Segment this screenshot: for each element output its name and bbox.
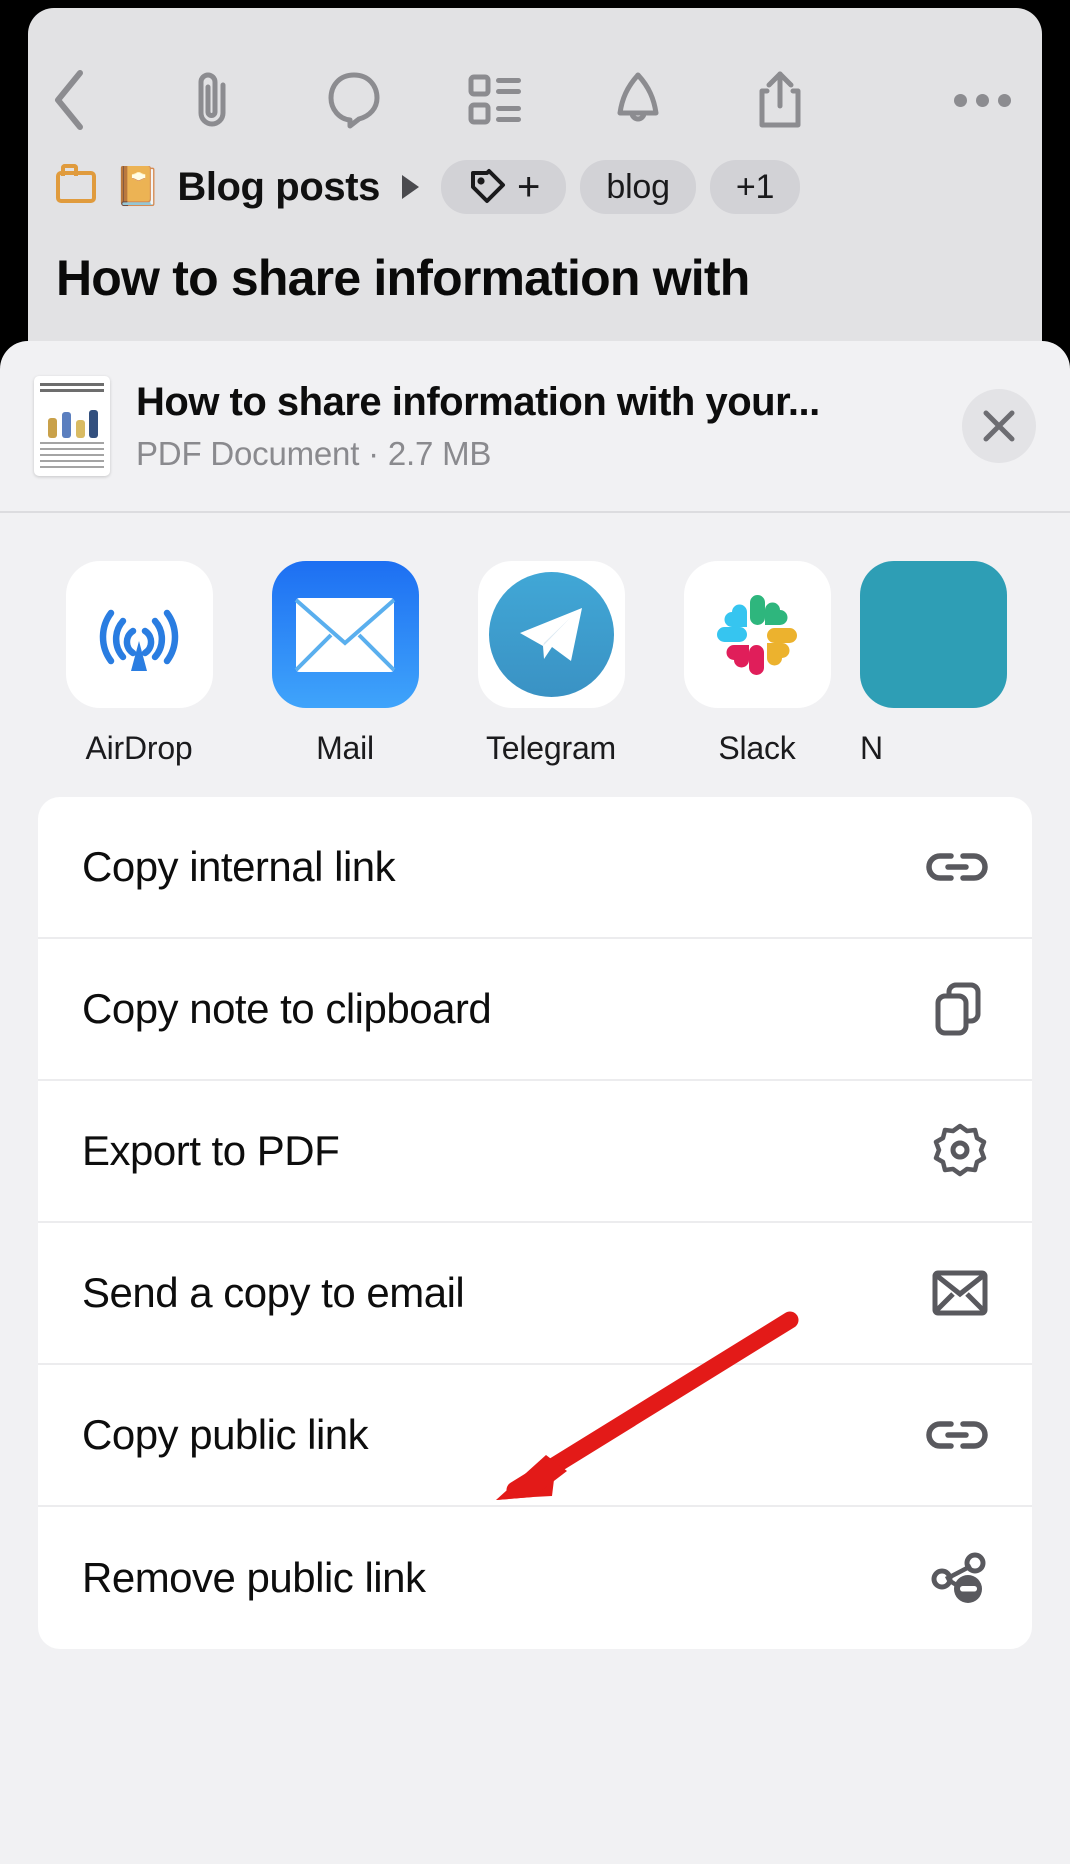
- share-app-partial[interactable]: N: [860, 561, 1010, 767]
- share-app-telegram-label: Telegram: [485, 730, 616, 766]
- airdrop-icon: [65, 561, 213, 708]
- thumbnail-header-lines: [40, 383, 104, 394]
- paperclip-icon[interactable]: [170, 60, 254, 140]
- action-label: Copy note to clipboard: [82, 985, 492, 1032]
- task-list-icon[interactable]: [454, 60, 538, 140]
- action-copy-public-link[interactable]: Copy public link: [38, 1365, 1032, 1507]
- tag-chip-blog[interactable]: blog: [580, 160, 696, 214]
- action-label: Export to PDF: [82, 1127, 340, 1174]
- link-icon: [918, 846, 988, 888]
- tag-chip-overflow-label: +1: [735, 167, 775, 206]
- file-title: How to share information with your...: [136, 379, 820, 424]
- screen-root: 📔 Blog posts + blog +1 How to share info…: [0, 0, 1070, 1864]
- action-label: Remove public link: [82, 1554, 426, 1601]
- action-label: Copy internal link: [82, 843, 396, 890]
- tag-chip-overflow[interactable]: +1: [709, 160, 801, 214]
- back-chevron-icon[interactable]: [28, 60, 112, 140]
- shared-file-row: How to share information with your... PD…: [0, 341, 1070, 511]
- telegram-icon: [477, 561, 625, 708]
- share-app-slack[interactable]: Slack: [654, 561, 860, 767]
- thumbnail-body-lines: [40, 442, 104, 471]
- action-label: Copy public link: [82, 1411, 369, 1458]
- chevron-right-icon: [402, 175, 419, 199]
- action-remove-public-link[interactable]: Remove public link: [38, 1507, 1032, 1649]
- share-app-slack-label: Slack: [718, 730, 796, 766]
- folder-icon[interactable]: [56, 164, 100, 207]
- thumbnail-illustration: [42, 402, 102, 438]
- share-app-airdrop[interactable]: AirDrop: [36, 561, 242, 767]
- tag-chip-blog-label: blog: [606, 167, 670, 206]
- mail-icon: [271, 561, 419, 708]
- gear-icon: [918, 1123, 988, 1179]
- breadcrumb-name[interactable]: Blog posts: [177, 165, 380, 210]
- comment-bubble-icon[interactable]: [312, 60, 396, 140]
- copy-icon: [918, 981, 988, 1037]
- action-copy-note-to-clipboard[interactable]: Copy note to clipboard: [38, 939, 1032, 1081]
- tag-icon: [471, 169, 505, 203]
- action-export-to-pdf[interactable]: Export to PDF: [38, 1081, 1032, 1223]
- close-icon[interactable]: [962, 389, 1036, 463]
- telegram-circle: [488, 572, 614, 697]
- more-dots-icon[interactable]: [922, 60, 1042, 140]
- envelope-icon: [918, 1270, 988, 1316]
- breadcrumb: 📔 Blog posts + blog +1: [56, 150, 1016, 224]
- app-share-row[interactable]: AirDrop Mail Telegram Slack N: [0, 513, 1070, 766]
- note-toolbar: [28, 60, 1042, 140]
- pdf-thumbnail: [34, 376, 110, 476]
- share-app-telegram[interactable]: Telegram: [448, 561, 654, 767]
- link-icon: [918, 1414, 988, 1456]
- file-meta: How to share information with your... PD…: [136, 380, 962, 473]
- action-copy-internal-link[interactable]: Copy internal link: [38, 797, 1032, 939]
- share-app-airdrop-label: AirDrop: [85, 730, 193, 766]
- partial-app-icon: [860, 561, 1007, 708]
- tag-add-chip[interactable]: +: [441, 160, 567, 214]
- share-app-mail-label: Mail: [316, 730, 374, 766]
- share-icon[interactable]: [738, 60, 822, 140]
- share-app-mail[interactable]: Mail: [242, 561, 448, 767]
- bell-icon[interactable]: [596, 60, 680, 140]
- share-sheet: How to share information with your... PD…: [0, 341, 1070, 1864]
- file-subtitle: PDF Document · 2.7 MB: [136, 434, 492, 472]
- slack-icon: [683, 561, 831, 708]
- note-title: How to share information with: [56, 250, 750, 306]
- action-list: Copy internal link Copy note to clipboar…: [38, 797, 1032, 1649]
- share-app-partial-label: N: [860, 730, 884, 766]
- tag-add-plus: +: [517, 165, 541, 209]
- action-label: Send a copy to email: [82, 1269, 465, 1316]
- book-emoji-icon: 📔: [114, 166, 162, 208]
- share-minus-icon: [918, 1549, 988, 1607]
- action-send-a-copy-to-email[interactable]: Send a copy to email: [38, 1223, 1032, 1365]
